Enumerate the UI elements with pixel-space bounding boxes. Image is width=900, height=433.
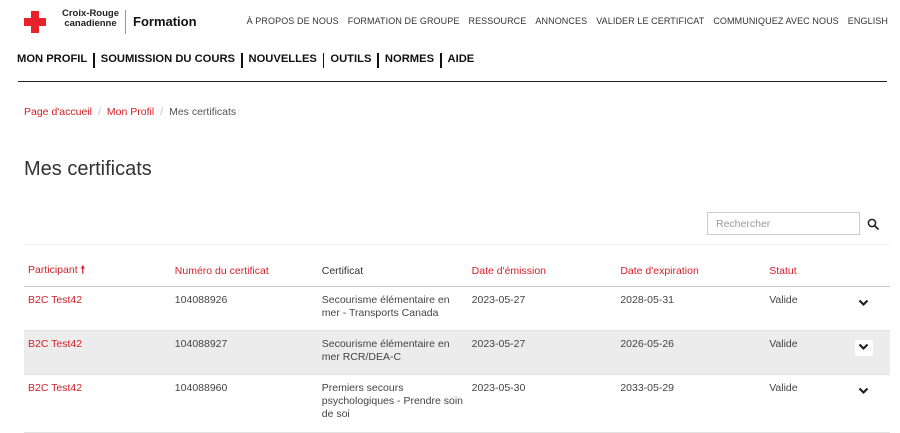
chevron-down-icon[interactable] bbox=[854, 340, 873, 356]
table-row: B2C Test42 104088926 Secourisme élémenta… bbox=[24, 286, 890, 331]
header-participant[interactable]: Participant 🠕 bbox=[24, 256, 171, 287]
top-nav-resource[interactable]: RESSOURCE bbox=[468, 16, 526, 26]
top-header: Croix-Rouge canadienne Formation À PROPO… bbox=[0, 0, 900, 42]
top-nav-contact[interactable]: COMMUNIQUEZ AVEC NOUS bbox=[713, 16, 838, 26]
cell-actions bbox=[838, 330, 890, 375]
section-title[interactable]: Formation bbox=[133, 14, 197, 29]
nav-separator bbox=[377, 53, 379, 68]
search-icon[interactable] bbox=[867, 218, 879, 230]
nav-course-submission[interactable]: SOUMISSION DU COURS bbox=[101, 53, 235, 65]
nav-separator bbox=[440, 53, 442, 68]
cell-participant[interactable]: B2C Test42 bbox=[24, 286, 171, 331]
breadcrumb-profile[interactable]: Mon Profil bbox=[107, 106, 154, 118]
top-nav-group-training[interactable]: FORMATION DE GROUPE bbox=[348, 16, 460, 26]
breadcrumb-separator: / bbox=[97, 106, 101, 118]
header-certificate-number[interactable]: Numéro du certificat bbox=[170, 256, 318, 287]
cell-expiry-date: 2026-05-26 bbox=[616, 330, 766, 375]
breadcrumb-current: Mes certificats bbox=[169, 106, 237, 118]
nav-divider bbox=[18, 81, 887, 82]
breadcrumb-home[interactable]: Page d'accueil bbox=[24, 106, 92, 118]
certificates-table: Participant 🠕 Numéro du certificat Certi… bbox=[24, 256, 890, 433]
nav-separator bbox=[93, 53, 95, 68]
page-title: Mes certificats bbox=[24, 158, 152, 180]
cell-certificate-number: 104088927 bbox=[170, 330, 318, 375]
table-top-divider bbox=[24, 244, 890, 245]
nav-separator bbox=[322, 53, 325, 68]
header-actions bbox=[838, 256, 890, 287]
cell-status: Valide bbox=[765, 330, 839, 375]
red-cross-logo-icon[interactable] bbox=[24, 11, 46, 33]
cell-status: Valide bbox=[765, 286, 839, 331]
chevron-down-icon[interactable] bbox=[855, 296, 873, 312]
secondary-nav: MON PROFIL SOUMISSION DU COURS NOUVELLES… bbox=[17, 51, 475, 68]
top-nav-validate-certificate[interactable]: VALIDER LE CERTIFICAT bbox=[596, 16, 704, 26]
nav-tools[interactable]: OUTILS bbox=[330, 53, 371, 65]
nav-news[interactable]: NOUVELLES bbox=[249, 53, 317, 65]
header-expiry-date[interactable]: Date d'expiration bbox=[616, 256, 766, 287]
cell-certificate-number: 104088926 bbox=[170, 286, 318, 331]
nav-separator bbox=[241, 53, 243, 68]
header-issue-date[interactable]: Date d'émission bbox=[467, 256, 617, 287]
breadcrumb-separator: / bbox=[160, 106, 164, 118]
nav-standards[interactable]: NORMES bbox=[385, 53, 434, 65]
sort-up-arrow-icon: 🠕 bbox=[80, 264, 86, 276]
chevron-down-icon[interactable] bbox=[855, 384, 873, 400]
search-input[interactable] bbox=[707, 212, 860, 235]
cell-certificate: Secourisme élémentaire en mer RCR/DEA-C bbox=[317, 330, 468, 375]
top-nav-announcements[interactable]: ANNONCES bbox=[535, 16, 587, 26]
logo-line-2: canadienne bbox=[64, 18, 117, 29]
top-nav: À PROPOS DE NOUS FORMATION DE GROUPE RES… bbox=[247, 16, 888, 26]
header-certificate: Certificat bbox=[317, 256, 468, 287]
top-nav-about[interactable]: À PROPOS DE NOUS bbox=[247, 16, 339, 26]
cell-issue-date: 2023-05-27 bbox=[467, 330, 617, 375]
cell-certificate: Secourisme élémentaire en mer - Transpor… bbox=[317, 286, 468, 331]
header-status[interactable]: Statut bbox=[765, 256, 839, 287]
cell-issue-date: 2023-05-27 bbox=[467, 286, 617, 331]
top-nav-english[interactable]: ENGLISH bbox=[848, 16, 888, 26]
nav-help[interactable]: AIDE bbox=[448, 53, 475, 65]
cell-actions bbox=[838, 286, 890, 331]
breadcrumb: Page d'accueil / Mon Profil / Mes certif… bbox=[24, 106, 236, 118]
header-participant-label: Participant bbox=[28, 264, 78, 276]
table-header-row: Participant 🠕 Numéro du certificat Certi… bbox=[24, 256, 890, 287]
cell-expiry-date: 2028-05-31 bbox=[616, 286, 766, 331]
table-row: B2C Test42 104088927 Secourisme élémenta… bbox=[24, 330, 890, 375]
logo-text[interactable]: Croix-Rouge canadienne bbox=[62, 9, 119, 29]
logo-divider bbox=[125, 10, 126, 34]
cell-participant[interactable]: B2C Test42 bbox=[24, 330, 171, 375]
nav-my-profile[interactable]: MON PROFIL bbox=[17, 53, 87, 65]
